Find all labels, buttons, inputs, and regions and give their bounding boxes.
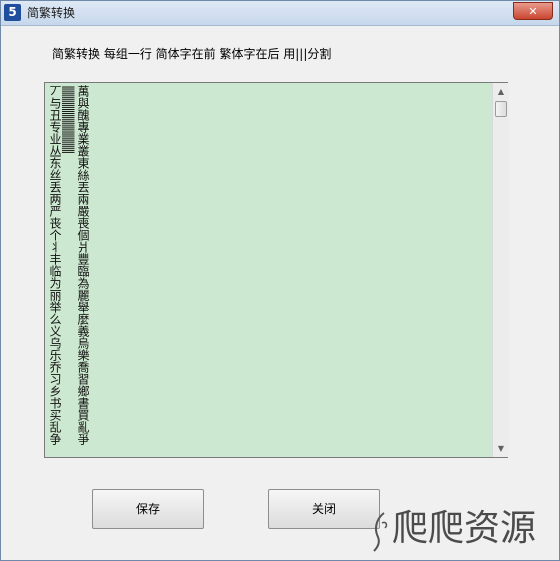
text-content[interactable]: 丆与丑专业丛东丝丢两严丧个丬丰临为丽举么义乌乐乔习乡书买乱争 |||||||||…	[47, 85, 491, 455]
window-title: 简繁转换	[27, 6, 76, 20]
app-icon: 5	[4, 4, 21, 21]
conversion-textbox[interactable]: 丆与丑专业丛东丝丢两严丧个丬丰临为丽举么义乌乐乔习乡书买乱争 |||||||||…	[44, 82, 509, 458]
client-area: 简繁转换 每组一行 简体字在前 繁体字在后 用|||分割 丆与丑专业丛东丝丢两严…	[5, 26, 555, 556]
save-button[interactable]: 保存	[92, 489, 204, 529]
scrollbar-thumb[interactable]	[495, 101, 507, 117]
scroll-down-arrow-icon[interactable]: ▼	[493, 440, 509, 457]
traditional-column: 萬與醜專業叢東絲丟兩嚴喪個爿豐臨為麗舉麼義烏樂喬習鄉書買亂爭	[76, 85, 90, 445]
separator-column: |||||||||||||||||||||||||||||||||	[62, 85, 76, 153]
watermark-text: 爬爬资源	[392, 508, 537, 549]
close-button[interactable]: 关闭	[268, 489, 380, 529]
vertical-scrollbar[interactable]: ▲ ▼	[492, 83, 509, 457]
simplified-column: 丆与丑专业丛东丝丢两严丧个丬丰临为丽举么义乌乐乔习乡书买乱争	[48, 85, 62, 445]
watermark-emblem-icon	[373, 512, 388, 552]
scroll-up-arrow-icon[interactable]: ▲	[493, 83, 509, 100]
app-window: 5 简繁转换 ✕ 简繁转换 每组一行 简体字在前 繁体字在后 用|||分割 丆与…	[0, 0, 560, 561]
instructions-label: 简繁转换 每组一行 简体字在前 繁体字在后 用|||分割	[52, 47, 332, 61]
window-close-button[interactable]: ✕	[513, 2, 553, 20]
title-bar[interactable]: 5 简繁转换 ✕	[1, 1, 559, 26]
watermark-logo: 爬爬资源	[370, 504, 560, 554]
